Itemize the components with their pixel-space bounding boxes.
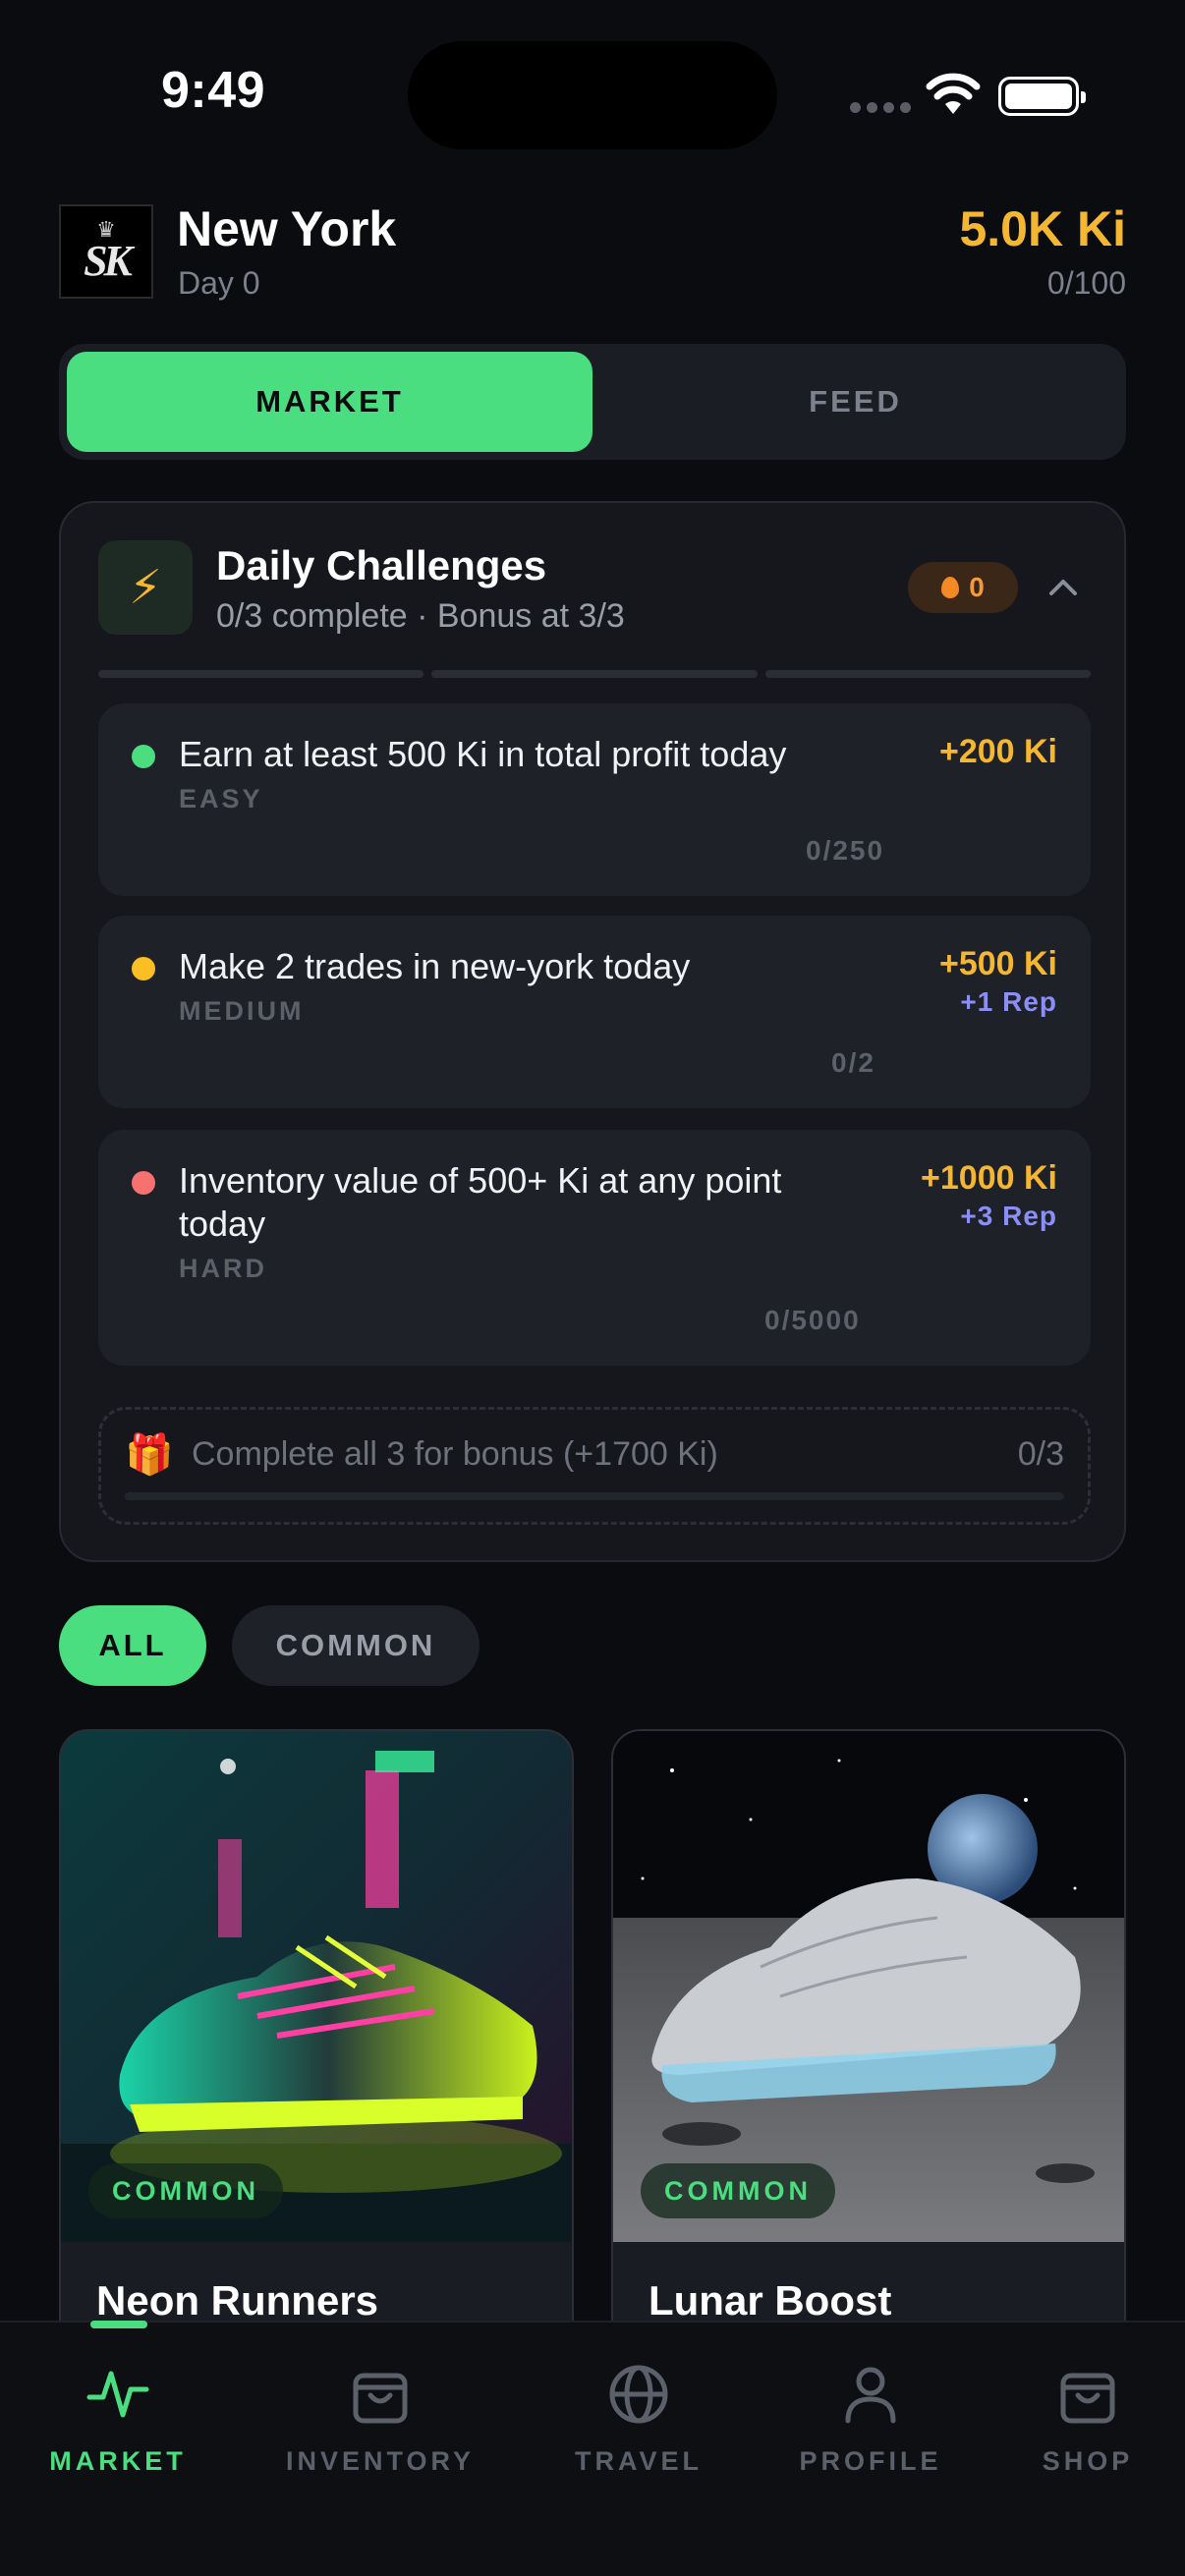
daily-challenges-card: ⚡ Daily Challenges 0/3 complete · Bonus … [59,501,1126,1562]
tab-market[interactable]: MARKET [67,352,592,452]
wifi-icon [926,73,981,114]
app-logo: ♛ SK [59,204,153,299]
challenge-difficulty: MEDIUM [179,996,305,1026]
nav-shop[interactable]: SHOP [970,2323,1185,2519]
pulse-icon [86,2371,149,2418]
challenge-progress: 0/250 [806,835,885,866]
challenge-text: Make 2 trades in new-york today [179,946,691,986]
bag-icon [353,2373,408,2424]
bonus-progress-bar [125,1492,1064,1500]
challenge-difficulty: HARD [179,1254,267,1283]
bonus-banner: 🎁 Complete all 3 for bonus (+1700 Ki) 0/… [98,1407,1091,1525]
difficulty-dot [132,1171,155,1195]
challenge-item[interactable]: Earn at least 500 Ki in total profit tod… [98,703,1091,896]
challenge-item[interactable]: Make 2 trades in new-york today MEDIUM +… [98,916,1091,1108]
nav-profile[interactable]: PROFILE [753,2323,988,2519]
challenge-reward: +500 Ki [938,945,1057,982]
city-name: New York [177,201,397,256]
challenge-progress: 0/2 [831,1047,875,1078]
bonus-label: Complete all 3 for bonus (+1700 Ki) [192,1435,718,1473]
inventory-capacity: 0/100 [1046,265,1126,301]
streak-badge: 0 [908,562,1018,613]
product-name: Neon Runners [96,2277,379,2324]
challenge-reward: +1000 Ki [921,1159,1057,1197]
status-time: 9:49 [161,62,266,119]
market-feed-segment: MARKET FEED [59,344,1126,460]
nav-travel[interactable]: TRAVEL [521,2323,757,2519]
gift-icon: 🎁 [125,1433,174,1477]
product-name: Lunar Boost [649,2277,892,2324]
challenge-progress: 0/5000 [764,1305,861,1335]
challenge-reward: +200 Ki [938,733,1057,770]
filter-common-chip[interactable]: COMMON [232,1605,480,1686]
flame-icon [941,577,960,598]
challenge-text: Inventory value of 500+ Ki at any point … [179,1160,782,1244]
challenge-progress-bar [98,670,1091,678]
streak-count: 0 [969,572,985,602]
bottom-tab-bar: MARKET INVENTORY TRAVEL PROFILE SHOP [0,2321,1185,2576]
challenge-difficulty: EASY [179,784,263,813]
active-tab-indicator [90,2321,147,2328]
difficulty-dot [132,957,155,980]
filter-all-chip[interactable]: ALL [59,1605,206,1686]
product-card[interactable]: COMMON Neon Runners [59,1729,574,2358]
cellular-signal-icon [850,102,911,113]
challenge-rep: +3 Rep [960,1201,1057,1231]
rarity-badge: COMMON [641,2163,835,2218]
challenge-text: Earn at least 500 Ki in total profit tod… [179,734,787,774]
tab-feed[interactable]: FEED [592,352,1118,452]
chevron-up-icon[interactable] [1044,568,1083,607]
dynamic-island [408,41,777,149]
ki-balance: 5.0K Ki [959,201,1126,256]
challenge-rep: +1 Rep [960,986,1057,1017]
globe-icon [609,2365,668,2424]
nav-market[interactable]: MARKET [0,2323,236,2519]
rarity-badge: COMMON [88,2163,283,2218]
challenges-subtitle: 0/3 complete · Bonus at 3/3 [216,597,625,635]
bag-icon [1060,2373,1115,2424]
bonus-count: 0/3 [1017,1435,1064,1473]
difficulty-dot [132,745,155,768]
challenges-title: Daily Challenges [216,542,547,588]
nav-inventory[interactable]: INVENTORY [262,2323,498,2519]
battery-icon [998,77,1086,116]
lightning-icon: ⚡ [98,540,193,635]
challenge-item[interactable]: Inventory value of 500+ Ki at any point … [98,1130,1091,1366]
person-icon [845,2367,896,2424]
day-counter: Day 0 [178,265,260,301]
product-card[interactable]: COMMON Lunar Boost [611,1729,1126,2358]
